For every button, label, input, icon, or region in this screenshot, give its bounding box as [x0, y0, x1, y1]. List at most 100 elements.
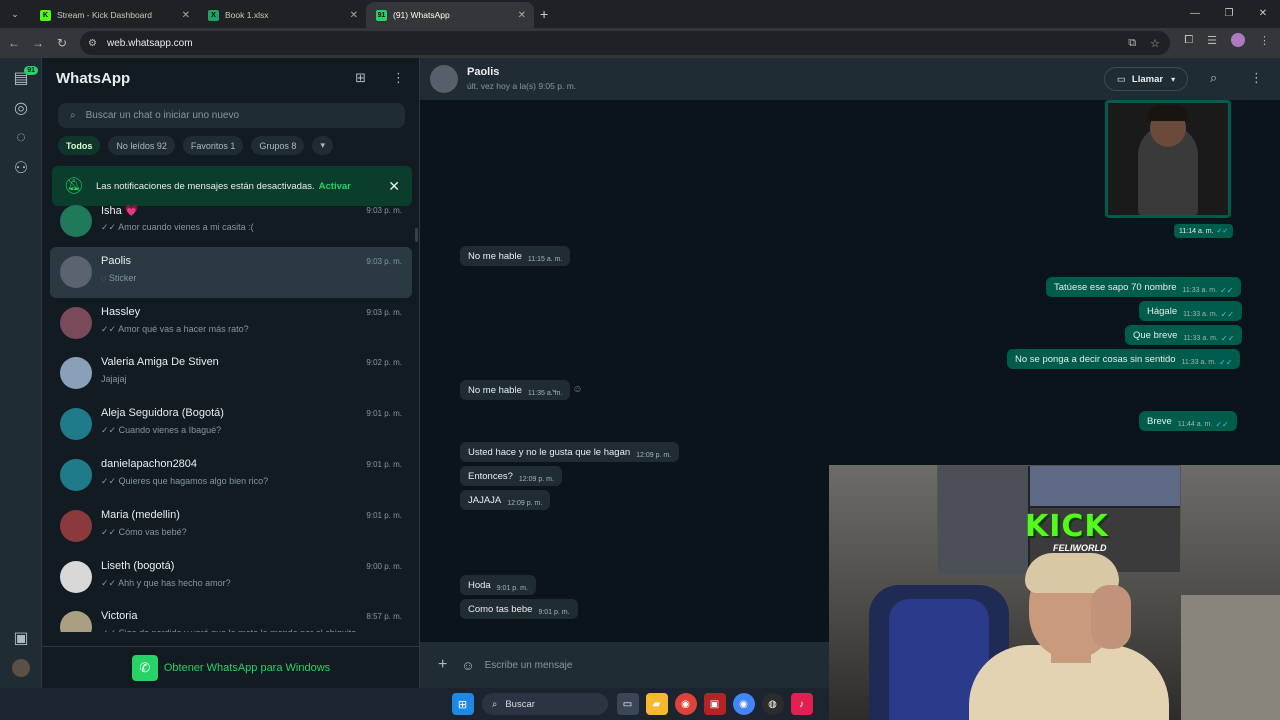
app-icon[interactable]: ▣	[703, 693, 726, 715]
menu-icon[interactable]: ⋮	[392, 70, 405, 86]
incoming-message[interactable]: Como tas bebe 9:01 p. m.	[460, 599, 578, 619]
taskbar-search[interactable]: ⌕ Buscar	[482, 693, 608, 715]
browser-tab[interactable]: K Stream - Kick Dashboard ✕	[30, 2, 198, 28]
sticker-icon[interactable]: ☺	[461, 658, 474, 673]
avatar[interactable]	[60, 560, 92, 593]
install-app-icon[interactable]: ⧉	[1128, 37, 1136, 50]
avatar[interactable]	[60, 306, 92, 339]
url-text[interactable]: web.whatsapp.com	[107, 38, 193, 49]
filter-chip[interactable]: Grupos 8	[251, 136, 305, 155]
new-tab-icon[interactable]: +	[540, 6, 548, 22]
site-info-icon[interactable]: ⚙	[88, 38, 97, 49]
avatar[interactable]	[60, 408, 92, 441]
back-icon[interactable]: ←	[2, 36, 26, 50]
chrome-icon-2[interactable]: ◉	[732, 693, 755, 715]
forward-icon[interactable]: →	[26, 36, 50, 50]
tiktok-icon[interactable]: ♪	[790, 693, 813, 715]
profile-avatar[interactable]	[1231, 33, 1245, 47]
contact-name[interactable]: Paolis	[467, 66, 499, 78]
close-tab-icon[interactable]: ✕	[518, 10, 526, 21]
search-input[interactable]: ⌕ Buscar un chat o iniciar uno nuevo	[58, 103, 405, 128]
message-time: 11:33 a. m.	[1183, 334, 1218, 342]
incoming-message[interactable]: Entonces? 12:09 p. m.	[460, 466, 562, 486]
get-windows-app-link[interactable]: ✆ Obtener WhatsApp para Windows	[42, 646, 420, 688]
chat-list-item[interactable]: Aleja Seguidora (Bogotá) 9:01 p. m. ✓✓ C…	[50, 399, 412, 450]
filter-chip[interactable]: Favoritos 1	[182, 136, 244, 155]
search-icon[interactable]: ⌕	[1210, 70, 1217, 86]
avatar[interactable]	[60, 255, 92, 288]
emoji-react-icon[interactable]: ☺	[572, 384, 582, 395]
filter-chip[interactable]: Todos	[58, 136, 101, 155]
avatar[interactable]	[60, 611, 92, 632]
chat-list-item[interactable]: Liseth (bogotá) 9:00 p. m. ✓✓ Ahh y que …	[50, 552, 412, 603]
call-button[interactable]: ▭ Llamar ▾	[1104, 67, 1188, 91]
new-chat-icon[interactable]: ⊞	[355, 70, 366, 86]
chat-list-item[interactable]: Valeria Amiga De Stiven 9:02 p. m. Jajaj…	[50, 348, 412, 399]
extensions-icon[interactable]: ⧠	[1184, 34, 1193, 47]
message-input[interactable]: Escribe un mensaje	[485, 660, 573, 671]
close-tab-icon[interactable]: ✕	[350, 10, 358, 21]
close-tab-icon[interactable]: ✕	[182, 10, 190, 21]
chat-name: Valeria Amiga De Stiven	[101, 356, 219, 369]
reload-icon[interactable]: ↻	[50, 36, 74, 50]
close-window-icon[interactable]: ✕	[1246, 0, 1280, 28]
chat-list-item[interactable]: danielapachon2804 9:01 p. m. ✓✓ Quieres …	[50, 450, 412, 501]
communities-icon[interactable]: ⚇	[0, 153, 42, 183]
task-view-icon[interactable]: ▭	[616, 693, 639, 715]
chat-list-item[interactable]: Isha 💗 9:03 p. m. ✓✓ Amor cuando vienes …	[50, 196, 412, 247]
filter-chip[interactable]: No leídos 92	[108, 136, 175, 155]
outgoing-message[interactable]: Breve 11:44 a. m. ✓✓	[1139, 411, 1237, 431]
activate-link[interactable]: Activar	[319, 181, 351, 192]
get-app-label: Obtener WhatsApp para Windows	[163, 661, 331, 674]
channels-icon[interactable]: ◌	[0, 123, 42, 153]
avatar[interactable]	[60, 458, 92, 491]
chrome-icon[interactable]: ◉	[674, 693, 697, 715]
attach-icon[interactable]: +	[438, 656, 447, 674]
outgoing-message[interactable]: Hágale 11:33 a. m. ✓✓	[1139, 301, 1243, 321]
media-icon[interactable]: ▣	[0, 623, 42, 653]
chat-list-item[interactable]: Paolis 9:03 p. m. ◌ Sticker	[50, 246, 412, 298]
chat-list-scrollbar[interactable]	[415, 228, 418, 242]
outgoing-message[interactable]: Tatúese ese sapo 70 nombre 11:33 a. m. ✓✓	[1046, 277, 1242, 297]
chevron-down-icon: ▾	[1171, 74, 1176, 84]
address-bar[interactable]: ⚙ web.whatsapp.com ⧉ ☆	[80, 31, 1170, 55]
outgoing-message[interactable]: Que breve 11:33 a. m. ✓✓	[1125, 325, 1243, 345]
chevron-down-icon[interactable]: ⌄	[550, 384, 558, 395]
image-message[interactable]	[1105, 100, 1231, 218]
contact-avatar[interactable]	[430, 65, 458, 93]
tab-search-icon[interactable]: ⌄	[4, 3, 26, 25]
conversation-header[interactable]: Paolis últ. vez hoy a la(s) 9:05 p. m. ▭…	[420, 58, 1280, 100]
chat-name: danielapachon2804	[101, 457, 198, 470]
chat-list-item[interactable]: Hassley 9:03 p. m. ✓✓ Amor qué vas a hac…	[50, 298, 412, 349]
file-explorer-icon[interactable]: ▰	[645, 693, 668, 715]
obs-icon[interactable]: ◍	[761, 693, 784, 715]
chat-list-item[interactable]: Victoria 8:57 p. m. ✓✓ Siga de perdida y…	[50, 602, 412, 632]
minimize-icon[interactable]: —	[1178, 0, 1212, 28]
notification-text: Las notificaciones de mensajes están des…	[96, 180, 315, 192]
profile-photo-icon[interactable]	[0, 653, 42, 683]
avatar[interactable]	[60, 509, 92, 542]
reading-list-icon[interactable]: ☰	[1207, 34, 1217, 47]
windows-start-icon[interactable]: ⊞	[451, 693, 474, 715]
more-filters-icon[interactable]: ▾	[312, 136, 333, 155]
status-icon[interactable]: ◎	[0, 93, 42, 123]
avatar[interactable]	[60, 357, 92, 390]
menu-icon[interactable]: ⋮	[1250, 70, 1263, 86]
browser-menu-icon[interactable]: ⋮	[1259, 34, 1270, 47]
chats-icon[interactable]: ▤ 91	[0, 63, 42, 93]
incoming-message[interactable]: Usted hace y no le gusta que le hagan 12:…	[460, 442, 680, 462]
browser-tab[interactable]: 91 (91) WhatsApp ✕	[366, 2, 534, 28]
browser-tab[interactable]: X Book 1.xlsx ✕	[198, 2, 366, 28]
incoming-message[interactable]: No me hable 11:15 a. m.	[460, 246, 571, 266]
incoming-message[interactable]: Hoda 9:01 p. m.	[460, 575, 536, 595]
bookmark-star-icon[interactable]: ☆	[1150, 37, 1160, 50]
chat-name: Victoria	[101, 610, 138, 623]
message-text: Usted hace y no le gusta que le hagan	[468, 446, 631, 458]
outgoing-message[interactable]: No se ponga a decir cosas sin sentido 11:…	[1007, 349, 1241, 369]
avatar[interactable]	[60, 205, 92, 237]
restore-icon[interactable]: ❐	[1212, 0, 1246, 28]
close-icon[interactable]: ✕	[388, 178, 400, 195]
chat-list-item[interactable]: Maria (medellin) 9:01 p. m. ✓✓ Cómo vas …	[50, 501, 412, 552]
incoming-message[interactable]: JAJAJA 12:09 p. m.	[460, 490, 551, 510]
tab-title: (91) WhatsApp	[393, 10, 450, 20]
